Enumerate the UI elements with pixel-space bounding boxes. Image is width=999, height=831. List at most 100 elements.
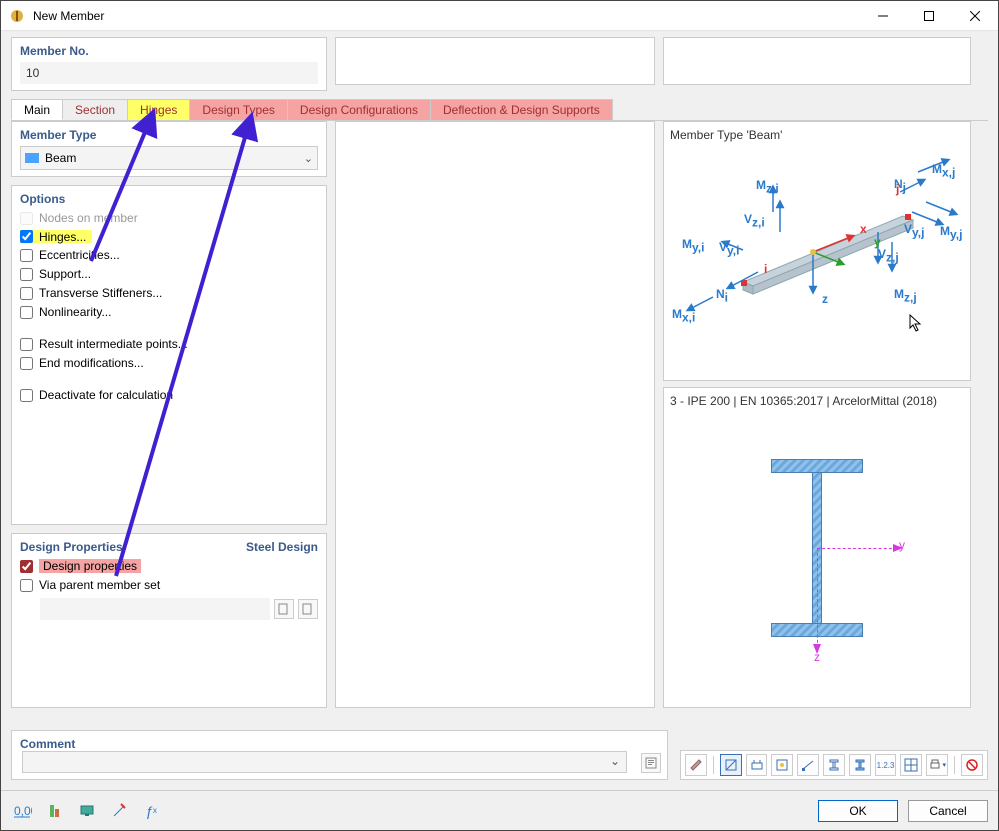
- ok-button[interactable]: OK: [818, 800, 898, 822]
- comment-combo[interactable]: [22, 751, 627, 773]
- tb-ibeam1-icon[interactable]: [823, 754, 845, 776]
- member-type-value: Beam: [45, 151, 304, 165]
- axis-z-arrow: [813, 644, 821, 654]
- middle-column: [335, 121, 655, 708]
- section-preview: 3 - IPE 200 | EN 10365:2017 | ArcelorMit…: [663, 387, 971, 708]
- chk-deact-label[interactable]: Deactivate for calculation: [39, 388, 173, 402]
- top-panel-2: [335, 37, 655, 85]
- minimize-button[interactable]: [860, 1, 906, 31]
- comment-panel: Comment: [11, 730, 668, 780]
- tb-view3-icon[interactable]: [771, 754, 793, 776]
- section-info: 3 - IPE 200 | EN 10365:2017 | ArcelorMit…: [670, 394, 964, 408]
- chk-nonlin-input[interactable]: [20, 306, 33, 319]
- cancel-button[interactable]: Cancel: [908, 800, 988, 822]
- options-panel: Options Nodes on member Hinges... Eccent…: [11, 185, 327, 525]
- tb-grid-icon[interactable]: [900, 754, 922, 776]
- chk-nonlin-label[interactable]: Nonlinearity...: [39, 305, 111, 319]
- design-props-header: Design Properties Steel Design: [20, 540, 318, 554]
- chk-hinges[interactable]: Hinges...: [20, 230, 92, 243]
- lbl-myj: My,j: [940, 224, 962, 241]
- lbl-mxj: Mx,j: [932, 162, 955, 179]
- display-icon[interactable]: [75, 799, 99, 823]
- member-type-combo[interactable]: Beam ⌄: [20, 146, 318, 170]
- top-row: Member No.: [11, 37, 988, 91]
- tab-design-configurations[interactable]: Design Configurations: [287, 99, 431, 120]
- tab-design-types[interactable]: Design Types: [189, 99, 288, 120]
- chk-dp-label[interactable]: Design properties: [39, 559, 141, 573]
- chk-deact-input[interactable]: [20, 389, 33, 402]
- member-type-panel: Member Type Beam ⌄: [11, 121, 327, 177]
- axis-y-arrow: [893, 544, 903, 552]
- chk-result-points[interactable]: Result intermediate points...: [20, 337, 318, 351]
- content-area: Member No. Main Section Hinges Design Ty…: [1, 31, 998, 790]
- tb-view4-icon[interactable]: [797, 754, 819, 776]
- function-icon[interactable]: ƒx: [139, 799, 163, 823]
- chk-nodes-label: Nodes on member: [39, 211, 138, 225]
- tb-view2-icon[interactable]: [746, 754, 768, 776]
- chk-deactivate[interactable]: Deactivate for calculation: [20, 388, 318, 402]
- edit-set-icon[interactable]: [298, 599, 318, 619]
- chk-trans-label[interactable]: Transverse Stiffeners...: [39, 286, 162, 300]
- top-panel-3: [663, 37, 971, 85]
- chk-vp-input[interactable]: [20, 579, 33, 592]
- chk-transverse[interactable]: Transverse Stiffeners...: [20, 286, 318, 300]
- parent-set-field[interactable]: [40, 598, 270, 620]
- chk-dp-input[interactable]: [20, 560, 33, 573]
- tab-bar: Main Section Hinges Design Types Design …: [11, 99, 988, 121]
- comment-edit-icon[interactable]: [641, 753, 661, 773]
- lbl-node-j: j: [896, 182, 899, 196]
- lbl-mxi: Mx,i: [672, 307, 695, 324]
- maximize-button[interactable]: [906, 1, 952, 31]
- chk-support-input[interactable]: [20, 268, 33, 281]
- lbl-mzi: Mz,i: [756, 178, 779, 195]
- lbl-mzj: Mz,j: [894, 287, 917, 304]
- member-icon[interactable]: [43, 799, 67, 823]
- view-toolbar: 1.2.3 ▾: [680, 750, 988, 780]
- chk-vp-label[interactable]: Via parent member set: [39, 578, 160, 592]
- axis-z: [817, 548, 818, 648]
- tb-print-icon[interactable]: ▾: [926, 754, 948, 776]
- window-title: New Member: [33, 9, 860, 23]
- chk-endmod-label[interactable]: End modifications...: [39, 356, 144, 370]
- left-column: Member Type Beam ⌄ Options Nodes on memb…: [11, 121, 327, 708]
- lbl-y-axis: y: [874, 235, 881, 249]
- chk-endmod-input[interactable]: [20, 357, 33, 370]
- chk-hinges-input[interactable]: [20, 230, 33, 243]
- tb-ibeam2-icon[interactable]: [849, 754, 871, 776]
- chk-end-mod[interactable]: End modifications...: [20, 356, 318, 370]
- chk-ecc-input[interactable]: [20, 249, 33, 262]
- chk-result-input[interactable]: [20, 338, 33, 351]
- units-icon[interactable]: 0,00: [11, 799, 35, 823]
- tab-main[interactable]: Main: [11, 99, 63, 120]
- lbl-ni: Ni: [716, 287, 728, 304]
- comment-header: Comment: [20, 737, 659, 751]
- chk-result-label[interactable]: Result intermediate points...: [39, 337, 188, 351]
- chevron-down-icon: ⌄: [304, 152, 313, 165]
- chk-ecc-label[interactable]: Eccentricities...: [39, 248, 120, 262]
- preview-header: Member Type 'Beam': [670, 128, 964, 142]
- tb-paint-icon[interactable]: [685, 754, 707, 776]
- tb-numbers-icon[interactable]: 1.2.3: [875, 754, 897, 776]
- chk-via-parent[interactable]: Via parent member set: [20, 578, 318, 592]
- close-button[interactable]: [952, 1, 998, 31]
- tb-view1-icon[interactable]: [720, 754, 742, 776]
- chk-nodes-on-member: Nodes on member: [20, 211, 318, 225]
- chk-nonlinearity[interactable]: Nonlinearity...: [20, 305, 318, 319]
- member-no-input[interactable]: [20, 62, 318, 84]
- lbl-vzj: Vz,j: [878, 247, 899, 264]
- chk-trans-input[interactable]: [20, 287, 33, 300]
- tab-hinges[interactable]: Hinges: [127, 99, 190, 120]
- footer-toolbar: 0,00 ƒx: [11, 799, 163, 823]
- axis-y: [817, 548, 897, 549]
- chk-support[interactable]: Support...: [20, 267, 318, 281]
- chk-support-label[interactable]: Support...: [39, 267, 91, 281]
- chk-design-properties[interactable]: Design properties: [20, 559, 318, 573]
- pick-icon[interactable]: [107, 799, 131, 823]
- chk-eccentricities[interactable]: Eccentricities...: [20, 248, 318, 262]
- tab-section[interactable]: Section: [62, 99, 128, 120]
- tb-reset-icon[interactable]: [961, 754, 983, 776]
- tab-deflection-supports[interactable]: Deflection & Design Supports: [430, 99, 613, 120]
- lbl-x-axis: x: [860, 222, 867, 236]
- new-set-icon[interactable]: [274, 599, 294, 619]
- lbl-node-i: i: [764, 262, 767, 276]
